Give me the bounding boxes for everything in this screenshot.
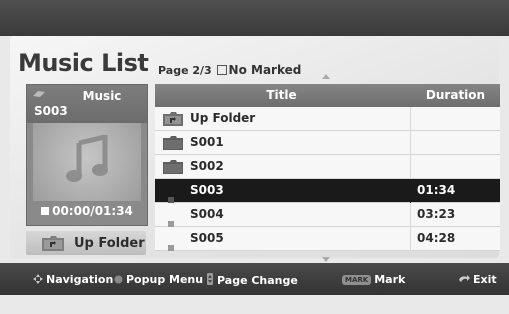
list-item-name: S004 (190, 207, 224, 221)
footer-navigation-label: Navigation (46, 273, 114, 286)
page-change-icon (207, 273, 213, 285)
scroll-down-arrow-icon[interactable] (322, 257, 330, 262)
stop-icon (41, 207, 50, 215)
list-item-s003[interactable]: S003 01:34 (155, 179, 500, 203)
scroll-up-arrow-icon[interactable] (322, 74, 330, 79)
music-type-icon (33, 91, 45, 97)
list-item-duration: 01:34 (417, 183, 456, 197)
list-item-up-folder[interactable]: Up Folder (155, 107, 500, 131)
preview-header: Music S003 (27, 85, 147, 123)
footer-page-change-label: Page Change (217, 274, 298, 287)
navigation-dpad-icon (33, 274, 43, 284)
music-file-icon (168, 236, 174, 255)
list-item-name: Up Folder (190, 111, 256, 125)
footer-mark: MARK Mark (342, 273, 405, 286)
top-bar (0, 0, 509, 36)
list-item-name: S001 (190, 135, 224, 149)
list-item-s001[interactable]: S001 (155, 131, 500, 155)
list-item-duration: 04:28 (417, 231, 456, 245)
footer-exit: Exit (458, 273, 497, 286)
folder-icon (163, 136, 183, 150)
up-folder-icon (42, 236, 64, 251)
mark-button-icon: MARK (342, 275, 372, 285)
list-header: Title Duration (155, 84, 500, 107)
bottom-strip (0, 295, 509, 314)
preview-type-label: Music (82, 89, 122, 103)
footer-popup-menu: Popup Menu (114, 273, 203, 286)
column-header-duration: Duration (425, 88, 486, 102)
preview-box: Music S003 00:00/01:34 (26, 84, 148, 226)
page-indicator: Page 2/3 (158, 64, 212, 77)
checkbox-icon (216, 65, 227, 75)
list-item-name: S003 (190, 183, 224, 197)
page-title: Music List (18, 49, 149, 77)
footer-popup-menu-label: Popup Menu (126, 273, 204, 286)
list-item-s005[interactable]: S005 04:28 (155, 227, 500, 251)
footer-help-bar: Navigation Popup Menu Page Change MARK Ma… (0, 263, 509, 295)
up-folder-icon (163, 112, 183, 126)
up-folder-label: Up Folder (74, 236, 145, 251)
footer-mark-label: Mark (374, 273, 406, 286)
footer-navigation: Navigation (33, 273, 113, 286)
music-note-icon (66, 135, 108, 182)
up-folder-button[interactable]: Up Folder (26, 231, 146, 255)
list-item-s002[interactable]: S002 (155, 155, 500, 179)
list-item-s004[interactable]: S004 03:23 (155, 203, 500, 227)
album-art (33, 123, 141, 201)
footer-page-change: Page Change (206, 273, 298, 287)
ok-button-icon (114, 275, 123, 284)
column-header-title: Title (266, 88, 297, 102)
back-arrow-icon (459, 275, 470, 282)
folder-icon (163, 160, 183, 174)
preview-item-name: S003 (34, 104, 68, 118)
list-item-name: S005 (190, 231, 224, 245)
footer-exit-label: Exit (473, 273, 497, 286)
list-item-name: S002 (190, 159, 224, 173)
list-item-duration: 03:23 (417, 207, 456, 221)
playback-time: 00:00/01:34 (27, 204, 147, 218)
playback-time-text: 00:00/01:34 (52, 204, 133, 218)
page-info: Page 2/3 No Marked (158, 63, 301, 77)
marked-status: No Marked (228, 63, 302, 77)
file-list: Title Duration Up Folder S001 S002 S003 … (155, 84, 500, 258)
